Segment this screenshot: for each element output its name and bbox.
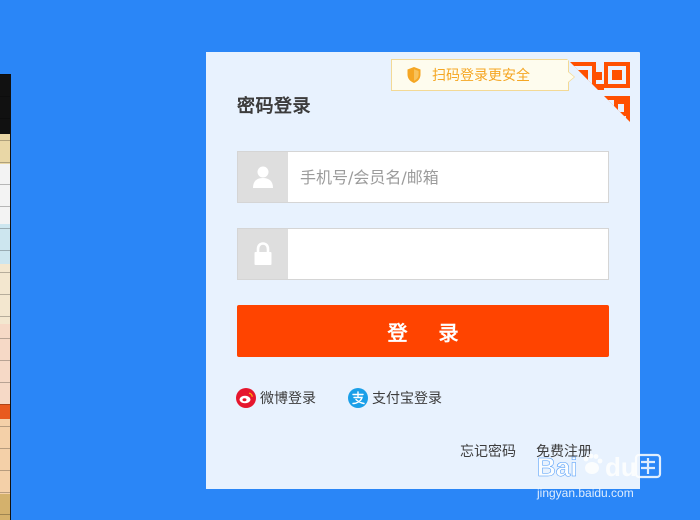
- alipay-login-link[interactable]: 支付宝登录: [348, 388, 442, 408]
- qr-tip-text: 扫码登录更安全: [432, 68, 530, 84]
- shield-icon: [406, 66, 422, 84]
- weibo-login-label: 微博登录: [260, 391, 316, 407]
- username-input[interactable]: [288, 152, 608, 202]
- page-title: 密码登录: [237, 96, 311, 117]
- lock-icon: [238, 229, 288, 279]
- qr-login-tip[interactable]: 扫码登录更安全: [391, 59, 575, 91]
- alipay-login-label: 支付宝登录: [372, 391, 442, 407]
- login-panel: 扫码登录更安全 密码登录 手机号/会员名/邮箱 登 录 微博登录 支付宝登录 忘…: [206, 52, 640, 489]
- weibo-login-link[interactable]: 微博登录: [236, 388, 316, 408]
- login-button[interactable]: 登 录: [237, 305, 609, 357]
- password-input[interactable]: [288, 229, 608, 279]
- background-illustration: [0, 74, 11, 520]
- forgot-password-link[interactable]: 忘记密码: [460, 441, 516, 461]
- password-field[interactable]: [237, 228, 609, 280]
- weibo-icon: [236, 388, 256, 408]
- username-field[interactable]: [237, 151, 609, 203]
- user-icon: [238, 152, 288, 202]
- alipay-icon: [348, 388, 368, 408]
- register-link[interactable]: 免费注册: [536, 441, 592, 461]
- qr-code-toggle-icon[interactable]: [566, 58, 634, 126]
